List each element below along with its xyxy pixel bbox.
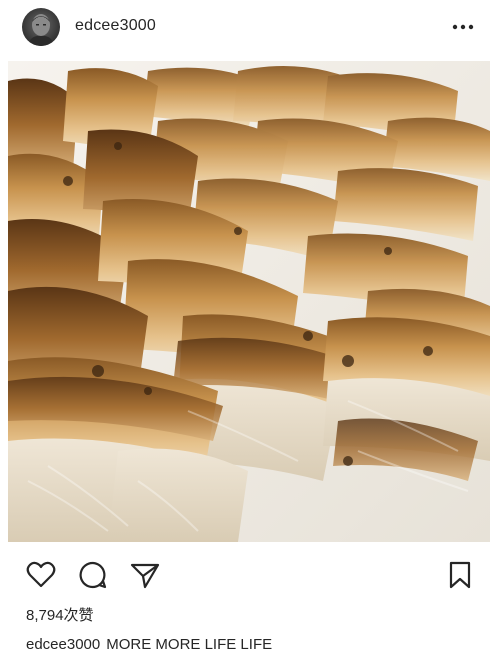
post-header: edcee3000	[0, 0, 500, 56]
paper-plane-icon[interactable]	[128, 558, 162, 592]
bookmark-icon[interactable]	[443, 558, 477, 592]
more-options-icon[interactable]	[448, 14, 478, 40]
avatar[interactable]	[22, 8, 60, 46]
avatar-portrait	[28, 14, 54, 46]
dumplings-photo	[8, 61, 490, 542]
username-link[interactable]: edcee3000	[75, 17, 156, 35]
comment-icon[interactable]	[76, 558, 110, 592]
heart-icon[interactable]	[24, 558, 58, 592]
post-photo[interactable]	[8, 61, 490, 542]
caption: edcee3000 MORE MORE LIFE LIFE	[26, 636, 272, 653]
post-actions	[0, 552, 500, 596]
instagram-post: edcee3000 8,794次赞 edcee3000 MORE MORE LI…	[0, 0, 500, 658]
like-count[interactable]: 8,794次赞	[26, 604, 94, 625]
caption-text: MORE MORE LIFE LIFE	[106, 636, 273, 653]
caption-username[interactable]: edcee3000	[26, 636, 100, 653]
